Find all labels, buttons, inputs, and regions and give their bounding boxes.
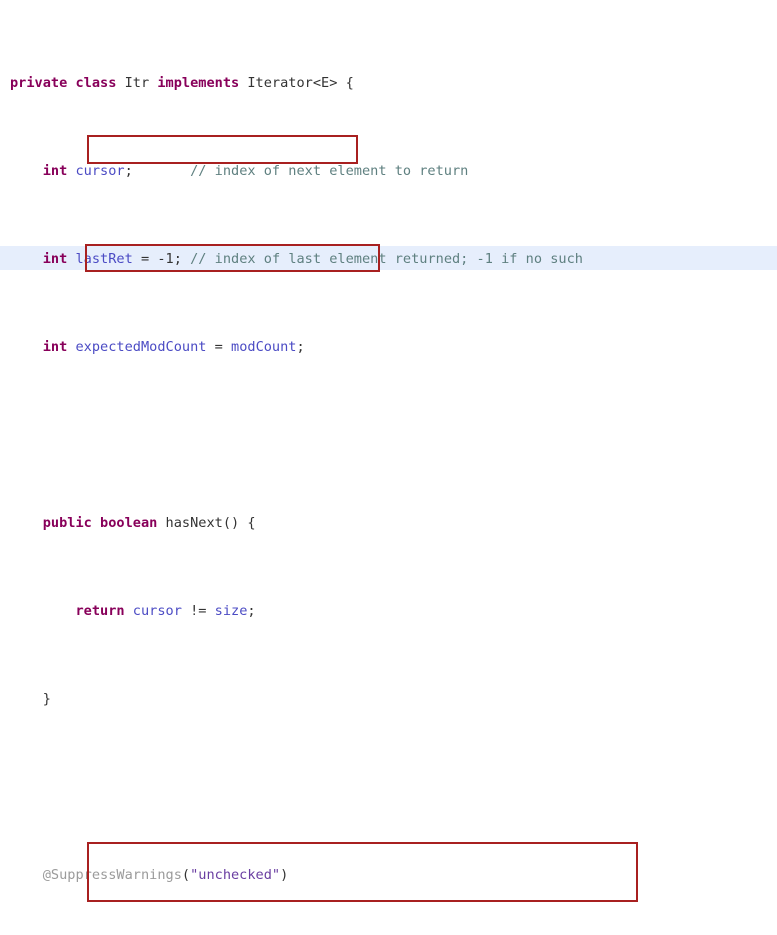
keyword-int: int	[42, 163, 68, 179]
keyword-boolean: boolean	[100, 515, 158, 531]
method-hasnext: hasNext	[165, 515, 223, 531]
code-line-6: public boolean hasNext() {	[42, 515, 256, 531]
code-line-8: }	[42, 691, 51, 707]
annotation-box-hasnext-return[interactable]	[87, 135, 358, 164]
code-line-7: return cursor != size;	[75, 603, 256, 619]
type-iterator: Iterator<E>	[247, 75, 338, 91]
code-line-5-blank	[10, 424, 583, 446]
keyword-public: public	[42, 515, 92, 531]
annotation-box-next-checkforcomodification[interactable]	[85, 244, 380, 272]
keyword-return: return	[75, 603, 125, 619]
field-cursor: cursor	[75, 163, 125, 179]
field-expectedmodcount: expectedModCount	[75, 339, 207, 355]
code-screenshot: private class Itr implements Iterator<E>…	[0, 0, 777, 935]
keyword-class: class	[75, 75, 117, 91]
code-line-1: private class Itr implements Iterator<E>…	[10, 75, 354, 91]
field-size: size	[214, 603, 248, 619]
field-modcount: modCount	[231, 339, 297, 355]
annotation-box-checkforcomodification-body[interactable]	[87, 842, 638, 902]
code-line-9-blank	[10, 776, 583, 798]
field-cursor: cursor	[132, 603, 182, 619]
type-itr: Itr	[124, 75, 150, 91]
comment-next-element: // index of next element to return	[190, 163, 469, 179]
code-line-4: int expectedModCount = modCount;	[42, 339, 305, 355]
keyword-int: int	[42, 339, 68, 355]
keyword-int: int	[42, 251, 68, 267]
keyword-private: private	[10, 75, 68, 91]
keyword-implements: implements	[157, 75, 240, 91]
